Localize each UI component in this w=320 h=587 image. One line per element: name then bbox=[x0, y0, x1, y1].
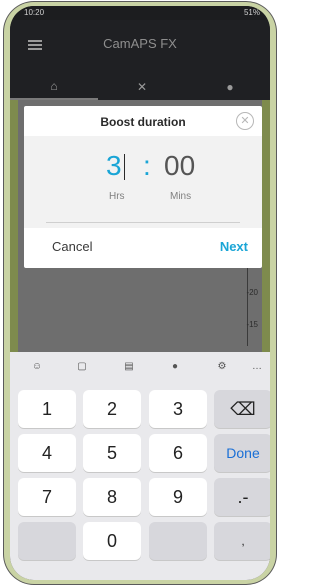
key-5[interactable]: 5 bbox=[83, 434, 141, 472]
key-0[interactable]: 0 bbox=[83, 522, 141, 560]
key-9[interactable]: 9 bbox=[149, 478, 207, 516]
key-8[interactable]: 8 bbox=[83, 478, 141, 516]
tab-bar: ⌂ ✕ ● bbox=[10, 74, 270, 100]
cancel-button[interactable]: Cancel bbox=[52, 239, 92, 254]
key-1[interactable]: 1 bbox=[18, 390, 76, 428]
input-underline bbox=[46, 222, 240, 223]
chart-tick: -20 bbox=[246, 288, 258, 297]
status-battery: 51% bbox=[243, 8, 260, 17]
comma-key[interactable]: , bbox=[214, 522, 270, 560]
left-accent-bar bbox=[10, 100, 18, 352]
key-7[interactable]: 7 bbox=[18, 478, 76, 516]
boost-duration-dialog: Boost duration ✕ 3 : 00 Hrs Mins Cancel … bbox=[24, 106, 262, 268]
screen: 10:20 51% CamAPS FX ⌂ ✕ ● -20 -15 Boost … bbox=[10, 6, 270, 580]
tab-tools[interactable]: ✕ bbox=[98, 74, 186, 100]
emoji-icon[interactable]: ☺ bbox=[30, 360, 44, 374]
status-bar: 10:20 51% bbox=[10, 6, 270, 20]
numeric-keyboard: ☺ ▢ ▤ ● ⚙ … 1 2 3 ⌫ 4 5 6 Done 7 8 9 .- bbox=[10, 352, 270, 580]
app-title: CamAPS FX bbox=[103, 36, 177, 51]
dialog-title: Boost duration bbox=[100, 115, 186, 129]
done-key[interactable]: Done bbox=[214, 434, 270, 472]
hours-label: Hrs bbox=[109, 191, 125, 202]
clipboard-icon[interactable]: ▢ bbox=[75, 360, 89, 374]
backspace-icon: ⌫ bbox=[230, 398, 256, 419]
blank-key bbox=[18, 522, 76, 560]
dot-dash-key[interactable]: .- bbox=[214, 478, 270, 516]
time-separator: : bbox=[143, 150, 151, 181]
settings-icon[interactable]: ⚙ bbox=[215, 360, 229, 374]
app-bar: CamAPS FX bbox=[10, 20, 270, 74]
nav-bar bbox=[10, 570, 270, 580]
next-button[interactable]: Next bbox=[220, 239, 248, 254]
tools-icon: ✕ bbox=[136, 80, 148, 94]
home-icon: ⌂ bbox=[50, 79, 58, 93]
mic-icon[interactable]: ● bbox=[168, 360, 182, 374]
more-icon[interactable]: … bbox=[250, 360, 264, 374]
minutes-input[interactable]: 00 bbox=[164, 150, 195, 182]
drop-icon: ● bbox=[226, 80, 234, 94]
text-caret bbox=[124, 154, 125, 180]
chart-tick: -15 bbox=[246, 320, 258, 329]
close-icon[interactable]: ✕ bbox=[236, 112, 254, 130]
right-accent-bar bbox=[262, 100, 270, 352]
duration-picker: 3 : 00 Hrs Mins bbox=[24, 136, 262, 228]
backspace-key[interactable]: ⌫ bbox=[214, 390, 270, 428]
dialog-header: Boost duration ✕ bbox=[24, 106, 262, 136]
key-6[interactable]: 6 bbox=[149, 434, 207, 472]
phone-frame: 10:20 51% CamAPS FX ⌂ ✕ ● -20 -15 Boost … bbox=[4, 2, 276, 584]
status-time: 10:20 bbox=[24, 8, 45, 17]
text-edit-icon[interactable]: ▤ bbox=[122, 360, 136, 374]
tab-home[interactable]: ⌂ bbox=[10, 74, 98, 100]
key-4[interactable]: 4 bbox=[18, 434, 76, 472]
minutes-label: Mins bbox=[170, 191, 192, 202]
key-2[interactable]: 2 bbox=[83, 390, 141, 428]
blank-key bbox=[149, 522, 207, 560]
hours-input[interactable]: 3 bbox=[106, 150, 122, 182]
tab-drop[interactable]: ● bbox=[186, 74, 270, 100]
key-3[interactable]: 3 bbox=[149, 390, 207, 428]
keyboard-toolbar: ☺ ▢ ▤ ● ⚙ … bbox=[10, 352, 270, 382]
